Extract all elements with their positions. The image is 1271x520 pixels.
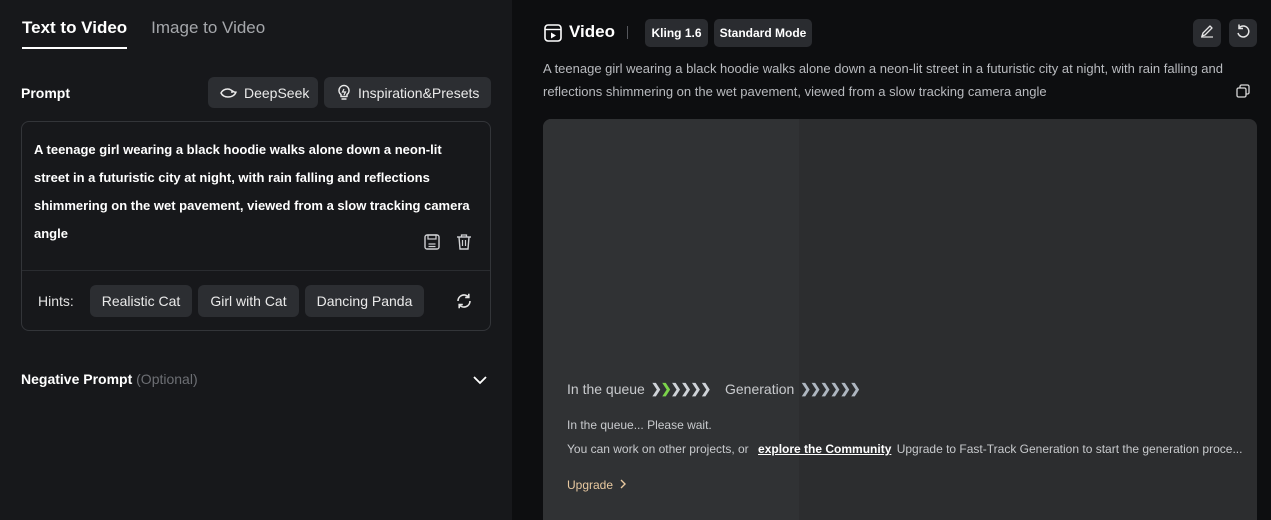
generation-progress-chevrons: ❯❯❯❯❯❯ <box>800 381 860 396</box>
model-badge: Kling 1.6 <box>645 19 708 47</box>
work-message-suffix: Upgrade to Fast-Track Generation to star… <box>896 442 1243 456</box>
work-message-prefix: You can work on other projects, or <box>567 442 749 456</box>
video-title: Video <box>569 22 615 41</box>
chevron-right-icon <box>619 478 627 492</box>
hints-label: Hints: <box>38 293 74 309</box>
mode-badge: Standard Mode <box>714 19 812 47</box>
video-description: A teenage girl wearing a black hoodie wa… <box>543 61 1223 99</box>
mode-tabs: Text to Video Image to Video <box>22 0 265 50</box>
deepseek-button[interactable]: DeepSeek <box>208 77 318 108</box>
undo-icon <box>1235 23 1251 44</box>
upgrade-label: Upgrade <box>567 478 614 492</box>
lightbulb-icon <box>336 84 352 101</box>
tab-text-to-video[interactable]: Text to Video <box>22 0 128 49</box>
explore-community-link[interactable]: explore the Community <box>758 442 891 456</box>
prompt-textarea[interactable]: A teenage girl wearing a black hoodie wa… <box>21 121 491 331</box>
inspiration-presets-button[interactable]: Inspiration&Presets <box>324 77 491 108</box>
queue-message: In the queue... Please wait. <box>567 418 712 432</box>
save-icon[interactable] <box>422 232 442 252</box>
generation-stage: Generation ❯❯❯❯❯❯ <box>725 381 861 397</box>
negative-prompt-toggle[interactable]: Negative Prompt (Optional) <box>21 371 198 387</box>
title-separator <box>627 26 628 39</box>
queue-stage-label: In the queue <box>567 381 645 397</box>
queue-progress-chevrons: ❯❯❯❯❯❯ <box>650 381 711 396</box>
deepseek-label: DeepSeek <box>244 84 310 101</box>
undo-button[interactable] <box>1229 19 1257 47</box>
refresh-icon[interactable] <box>454 291 474 311</box>
edit-button[interactable] <box>1193 19 1221 47</box>
right-panel: Video Kling 1.6 Standard Mode A teenage … <box>512 0 1271 520</box>
inspiration-presets-label: Inspiration&Presets <box>358 84 480 101</box>
trash-icon[interactable] <box>454 232 474 252</box>
video-preview: In the queue ❯❯❯❯❯❯ Generation ❯❯❯❯❯❯ In… <box>543 119 1257 520</box>
prompt-heading: Prompt <box>21 85 70 101</box>
hint-chip[interactable]: Dancing Panda <box>305 285 424 317</box>
prompt-text[interactable]: A teenage girl wearing a black hoodie wa… <box>34 136 478 248</box>
hint-chip[interactable]: Realistic Cat <box>90 285 192 317</box>
deepseek-whale-icon <box>220 86 238 100</box>
video-icon <box>543 23 563 43</box>
negative-prompt-label: Negative Prompt <box>21 371 133 387</box>
prompt-divider <box>22 270 490 271</box>
left-panel: Text to Video Image to Video Prompt Deep… <box>0 0 512 520</box>
upgrade-link[interactable]: Upgrade <box>567 478 627 492</box>
chevron-down-icon[interactable] <box>470 370 490 390</box>
work-message: You can work on other projects, or explo… <box>567 442 1242 456</box>
edit-icon <box>1200 24 1214 43</box>
hint-chip[interactable]: Girl with Cat <box>198 285 299 317</box>
queue-stage: In the queue ❯❯❯❯❯❯ <box>567 381 711 397</box>
tab-image-to-video[interactable]: Image to Video <box>151 0 265 49</box>
copy-icon[interactable] <box>1235 83 1253 101</box>
generation-stage-label: Generation <box>725 381 795 397</box>
preview-placeholder <box>543 119 799 520</box>
optional-label: (Optional) <box>136 371 198 387</box>
